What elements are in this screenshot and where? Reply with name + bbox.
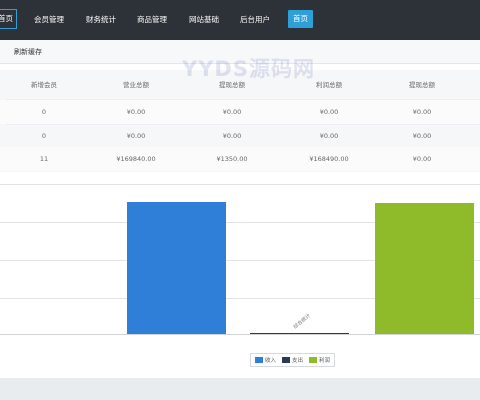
income-bar[interactable] [127, 201, 226, 334]
cell-profit: ¥0.00 [319, 132, 339, 140]
top-nav-bar: 首页 会员管理 财务统计 商品管理 网站基础 后台用户 首页 [0, 0, 480, 40]
nav-label: 财务统计 [86, 15, 116, 24]
header-withdraw-total-2: 提现总额 [409, 81, 435, 89]
legend-label: 支出 [292, 358, 304, 364]
header-revenue-total: 营业总额 [123, 81, 149, 89]
legend-label: 收入 [265, 358, 277, 364]
summary-bar-chart: 综合统计 收入 支出 利润 [0, 186, 480, 376]
legend-swatch [282, 357, 291, 363]
nav-item-members[interactable]: 会员管理 [34, 0, 64, 40]
section-divider [0, 184, 480, 185]
cell-withdraw-2: ¥0.00 [412, 108, 432, 116]
main-content: 刷新缓存 新增会员 营业总额 提现总额 利润总额 提现总额 0 ¥0.00 ¥0… [0, 40, 480, 378]
legend-swatch [255, 357, 263, 363]
legend-swatch [309, 357, 318, 363]
x-tick-label: 综合统计 [292, 312, 312, 331]
cell-profit: ¥168490.00 [309, 155, 349, 163]
cell-revenue: ¥0.00 [126, 132, 146, 140]
table-row: 0 ¥0.00 ¥0.00 ¥0.00 ¥0.00 [0, 100, 480, 124]
cell-profit: ¥0.00 [319, 108, 339, 116]
watermark-logo: YYDS源码网 [182, 57, 315, 81]
home-button[interactable]: 首页 [288, 10, 313, 28]
nav-item-finance[interactable]: 财务统计 [86, 0, 116, 40]
nav-item-home-active[interactable]: 首页 [0, 9, 17, 29]
table-row: 11 ¥169840.00 ¥1350.00 ¥168490.00 ¥0.00 [0, 147, 480, 171]
cell-withdraw: ¥0.00 [222, 108, 242, 116]
nav-label: 商品管理 [137, 15, 167, 24]
nav-label: 后台用户 [240, 15, 270, 24]
legend-item-expense[interactable]: 支出 [282, 356, 303, 364]
nav-item-admin-users[interactable]: 后台用户 [240, 0, 270, 40]
expense-bar[interactable] [250, 332, 349, 334]
cell-revenue: ¥169840.00 [116, 155, 156, 163]
cell-new-members: 0 [41, 108, 47, 116]
cell-revenue: ¥0.00 [126, 108, 146, 116]
legend-item-profit[interactable]: 利润 [309, 356, 330, 364]
cell-new-members: 0 [41, 132, 47, 140]
nav-item-products[interactable]: 商品管理 [137, 0, 167, 40]
nav-item-site[interactable]: 网站基础 [189, 0, 219, 40]
nav-label: 首页 [0, 14, 13, 23]
chart-axis-baseline [0, 334, 480, 335]
cell-withdraw: ¥0.00 [222, 132, 242, 140]
stats-table: 新增会员 营业总额 提现总额 利润总额 提现总额 0 ¥0.00 ¥0.00 ¥… [0, 70, 480, 172]
table-row: 0 ¥0.00 ¥0.00 ¥0.00 ¥0.00 [0, 124, 480, 148]
legend-label: 利润 [319, 358, 331, 364]
profit-bar[interactable] [375, 202, 474, 334]
chart-legend: 收入 支出 利润 [250, 353, 336, 367]
refresh-cache-tab[interactable]: 刷新缓存 [14, 40, 42, 64]
nav-label: 会员管理 [34, 15, 64, 24]
header-new-members: 新增会员 [31, 81, 57, 89]
cell-withdraw-2: ¥0.00 [412, 155, 432, 163]
cell-withdraw-2: ¥0.00 [412, 132, 432, 140]
home-button-label: 首页 [293, 14, 308, 23]
legend-item-income[interactable]: 收入 [255, 356, 276, 364]
nav-label: 网站基础 [189, 15, 219, 24]
cell-withdraw: ¥1350.00 [216, 155, 248, 163]
cell-new-members: 11 [39, 155, 49, 163]
